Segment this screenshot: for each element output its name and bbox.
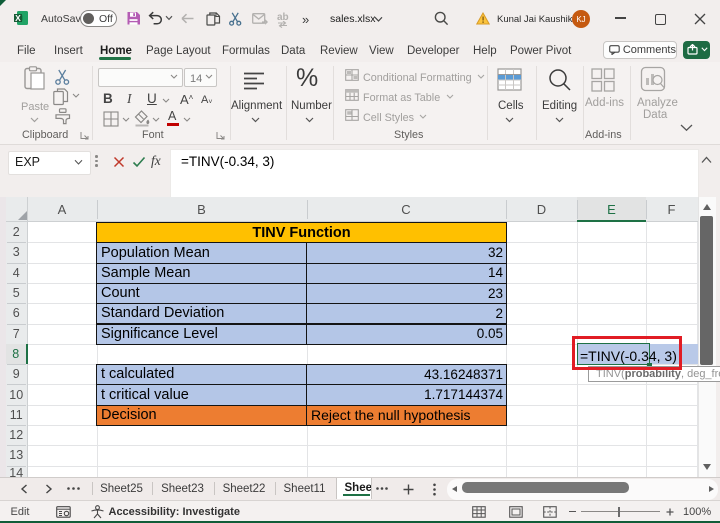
svg-text:X: X	[15, 13, 21, 23]
